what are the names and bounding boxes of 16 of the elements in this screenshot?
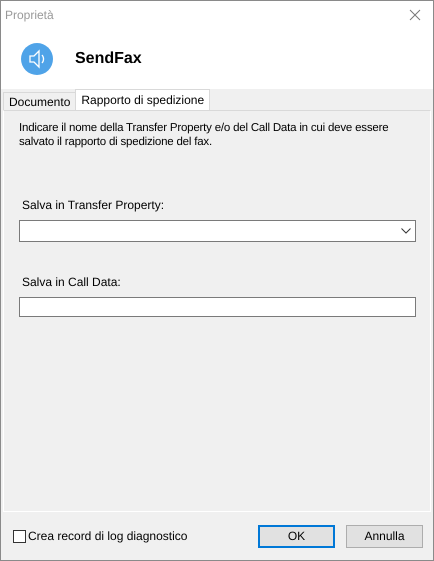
checkbox-label[interactable]: Crea record di log diagnostico [28,529,188,543]
checkbox[interactable] [13,530,26,542]
speaker-icon [21,43,53,75]
window-title: Proprietà [5,8,54,22]
ok-button[interactable]: OK [258,524,335,548]
close-icon[interactable] [409,9,421,21]
dropdown-field[interactable] [19,220,416,242]
cancel-button[interactable]: Annulla [346,524,423,548]
header-title: SendFax [75,50,142,68]
chevron-down-icon [401,228,411,234]
tab[interactable]: Rapporto di spedizione [75,89,210,110]
tab[interactable]: Documento [3,92,76,110]
field-label: Salva in Call Data: [22,275,122,289]
input-field[interactable] [19,297,416,317]
field-label: Salva in Transfer Property: [22,198,166,212]
description-text: Indicare il nome della Transfer Property e/o del Call Data in cui deve essere salvato il rapporto di spedizione del fax. [19,121,390,149]
